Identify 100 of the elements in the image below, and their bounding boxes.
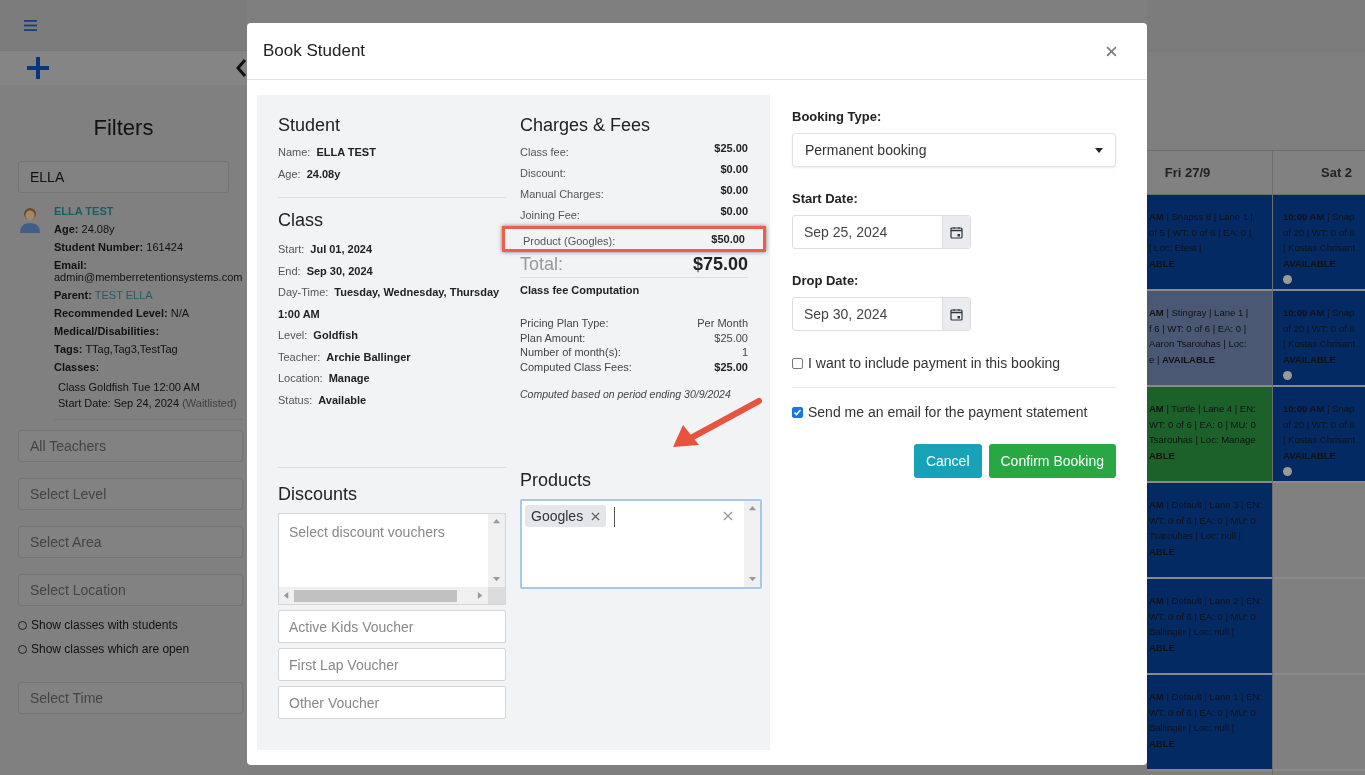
checkbox[interactable] xyxy=(792,357,803,369)
slot-text: Aaron Tsarouhas | Loc: xyxy=(1149,337,1247,351)
section-heading: Discounts xyxy=(278,484,359,505)
products-field[interactable]: Googles xyxy=(520,499,762,589)
listbox-placeholder: Select discount vouchers xyxy=(288,523,446,542)
slot-text: AM | Turtle | Lane 4 | EN: xyxy=(1149,402,1256,416)
charge-amount: $25.00 xyxy=(714,142,748,154)
computation-label: Computed Class Fees: xyxy=(520,359,632,374)
section-heading: Student xyxy=(278,115,342,136)
class-slot[interactable]: AM | Snapss 8 | Lane 1 | of 5 | WT: 0 of 6 | EA: 0 | | Loc: Etest | ABLE xyxy=(1147,195,1272,291)
detail-line: Status: Available xyxy=(278,392,368,408)
slot-text: Ballinger | Loc: null | xyxy=(1149,625,1235,639)
class-entry: Class Goldfish Tue 12:00 AM xyxy=(58,381,200,393)
slot-text: of 5 | WT: 0 of 6 | EA: 0 | xyxy=(1149,225,1252,240)
scroll-down-icon[interactable] xyxy=(493,576,500,583)
slot-text: Ballinger | Loc: null | xyxy=(1149,721,1235,735)
checkbox-label: I want to include payment in this booking xyxy=(808,355,1061,371)
student-detail: Email: admin@memberretentionsystems.com xyxy=(54,259,243,283)
scroll-down-icon[interactable] xyxy=(748,576,756,583)
charge-amount: $50.00 xyxy=(711,233,745,245)
computation-value: 1 xyxy=(741,345,748,360)
class-slot[interactable]: AM | Stingray | Lane 1 | f 6 | WT: 0 of 6 | EA: 0 | Aaron Tsarouhas | Loc: e | AVAILABLE xyxy=(1147,291,1272,387)
scroll-left-icon[interactable] xyxy=(283,592,290,599)
search-field[interactable]: ELLA xyxy=(18,161,229,193)
voucher-option[interactable]: First Lap Voucher xyxy=(278,648,506,681)
detail-line: Level: Goldfish xyxy=(278,328,359,343)
slot-text: Tsarouhas | Loc: Manage xyxy=(1149,433,1256,447)
detail-label: Parent: xyxy=(54,289,92,301)
total-label: Total: xyxy=(520,254,564,275)
clear-icon xyxy=(723,511,733,521)
dialog-title: Book Student xyxy=(263,41,366,61)
menu-icon[interactable] xyxy=(24,19,37,31)
slot-text: AVAILABLE xyxy=(1283,448,1336,463)
filter-select[interactable]: Select Level xyxy=(18,478,243,510)
slot-text: 10:00 AM | Snap xyxy=(1283,306,1355,320)
filter-select[interactable]: Select Area xyxy=(18,526,243,558)
time-select[interactable]: Select Time xyxy=(18,682,243,714)
parent-link[interactable]: TEST ELLA xyxy=(94,289,153,301)
student-detail: Age: 24.08y xyxy=(54,223,116,235)
slot-text: of 20 | WT: 0 of 6 xyxy=(1283,321,1355,336)
class-slot[interactable]: AM | Default | Lane 3 | EN: WT: 0 of 6 | EA: 0 | MU: 0 Tsarouhas | Loc: null | ABLE xyxy=(1147,483,1272,579)
voucher-listbox[interactable]: Select discount vouchers xyxy=(278,513,506,605)
scrollbar[interactable] xyxy=(488,514,505,587)
scroll-up-icon[interactable] xyxy=(493,518,500,525)
slot-text: AM | Default | Lane 1 | EN: xyxy=(1149,690,1262,704)
charge-amount: $0.00 xyxy=(720,163,748,175)
slot-text: of 20 | WT: 0 of 6 xyxy=(1283,417,1355,432)
computation-note: Computed based on period ending 30/9/2024 xyxy=(520,388,732,400)
slot-text: AM | Snapss 8 | Lane 1 | xyxy=(1149,210,1254,224)
dropdown-caret-icon xyxy=(1095,147,1103,153)
remove-icon xyxy=(591,511,601,521)
filter-select[interactable]: All Teachers xyxy=(18,430,243,462)
detail-line: Start: Jul 01, 2024 xyxy=(278,242,374,257)
slot-text: AM | Default | Lane 3 | EN: xyxy=(1149,498,1262,512)
field-label: Drop Date: xyxy=(792,273,860,288)
class-slot[interactable]: 10:00 AM | Snap of 20 | WT: 0 of 6 | Kostas Chrisant AVAILABLE xyxy=(1273,387,1365,483)
scroll-right-icon[interactable] xyxy=(477,592,484,599)
field-label: Booking Type: xyxy=(792,109,883,124)
slot-text: AVAILABLE xyxy=(1283,256,1336,271)
computation-heading: Class fee Computation xyxy=(520,284,641,296)
class-slot[interactable]: AM | Default | Lane 2 | EN: WT: 0 of 6 | EA: 0 | MU: 0 Ballinger | Loc: null | ABLE xyxy=(1147,579,1272,675)
booking-type-select[interactable]: Permanent booking xyxy=(792,133,1116,167)
computation-value: $25.00 xyxy=(714,359,748,374)
checkbox[interactable] xyxy=(792,406,803,418)
class-slot[interactable]: 10:00 AM | Snap of 20 | WT: 0 of 6 | Kostas Chrisant AVAILABLE xyxy=(1273,291,1365,387)
class-slot[interactable]: AM | Turtle | Lane 4 | EN: WT: 0 of 6 | EA: 0 | MU: 0 Tsarouhas | Loc: Manage ABLE xyxy=(1147,387,1272,483)
day-header: Sat 2 xyxy=(1273,150,1365,195)
voucher-option[interactable]: Active Kids Voucher xyxy=(278,610,506,643)
confirm-button[interactable]: Confirm Booking xyxy=(988,444,1116,478)
class-slot[interactable]: 10:00 AM | Snap of 20 | WT: 0 of 6 | Kostas Chrisant AVAILABLE xyxy=(1273,195,1365,291)
chevron-left-icon[interactable] xyxy=(235,58,247,78)
detail-line: Name: ELLA TEST xyxy=(278,145,377,160)
section-heading: Charges & Fees xyxy=(520,115,652,136)
detail-line: Age: 24.08y xyxy=(278,166,342,182)
slot-text: ABLE xyxy=(1149,640,1175,655)
detail-line: Teacher: Archie Ballinger xyxy=(278,349,412,365)
scrollbar[interactable] xyxy=(744,501,760,587)
filter-select[interactable]: Select Location xyxy=(18,574,243,606)
detail-line: Location: Manage xyxy=(278,371,371,386)
filters-title: Filters xyxy=(92,115,155,141)
charge-label: Discount: xyxy=(520,166,566,179)
student-name[interactable]: ELLA TEST xyxy=(54,205,243,217)
remove-button[interactable] xyxy=(591,511,601,521)
slot-text: | Kostas Chrisant xyxy=(1283,433,1356,447)
section-heading: Products xyxy=(520,470,593,491)
scrollbar-corner xyxy=(488,587,505,604)
cancel-button[interactable]: Cancel xyxy=(913,444,982,478)
avatar-icon xyxy=(18,205,42,233)
slot-text: e | AVAILABLE xyxy=(1149,352,1215,367)
charge-amount: $0.00 xyxy=(720,205,748,217)
charge-label: Manual Charges: xyxy=(520,187,604,200)
scrollbar[interactable] xyxy=(279,587,488,604)
detail-line: End: Sep 30, 2024 xyxy=(278,263,374,279)
student-detail: Student Number: 161424 xyxy=(54,241,184,253)
scroll-up-icon[interactable] xyxy=(748,505,756,512)
class-slot[interactable]: AM | Default | Lane 1 | EN: WT: 0 of 6 | EA: 0 | MU: 0 Ballinger | Loc: null | ABLE xyxy=(1147,675,1272,771)
plus-icon[interactable] xyxy=(26,56,50,80)
voucher-option[interactable]: Other Voucher xyxy=(278,686,506,719)
student-detail: Recommended Level: N/A xyxy=(54,307,191,319)
student-detail: Tags: TTag,Tag3,TestTag xyxy=(54,343,179,355)
